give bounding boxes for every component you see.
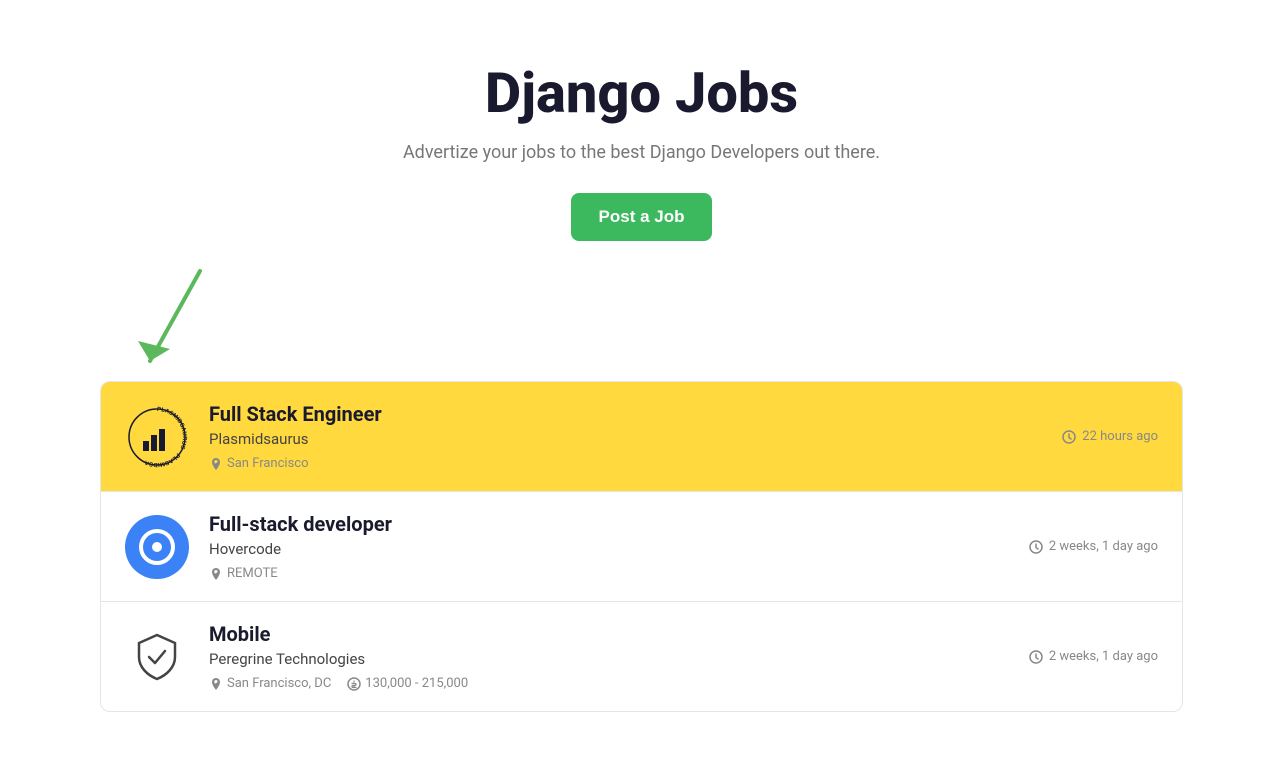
job-meta-1: San Francisco: [209, 456, 1062, 471]
peregrine-svg: [131, 631, 183, 683]
company-logo-hovercode: [125, 515, 189, 579]
arrow-icon: [120, 261, 240, 391]
company-name-2: Hovercode: [209, 540, 1029, 558]
company-logo-peregrine: [125, 625, 189, 689]
company-name-3: Peregrine Technologies: [209, 650, 1029, 668]
post-job-button[interactable]: Post a Job: [571, 193, 713, 241]
location-icon-3: [209, 677, 223, 691]
company-name-1: Plasmidsaurus: [209, 430, 1062, 448]
job-info-1: Full Stack Engineer Plasmidsaurus San Fr…: [209, 402, 1062, 471]
job-time-2: 2 weeks, 1 day ago: [1029, 539, 1158, 554]
job-time-3: 2 weeks, 1 day ago: [1029, 649, 1158, 664]
location-icon-2: [209, 567, 223, 581]
job-location-2: REMOTE: [209, 566, 278, 581]
job-card-3[interactable]: Mobile Peregrine Technologies San Franci…: [101, 602, 1182, 711]
plasmidsaurus-svg: PLASMIDSAURUS · PLASMIDSA: [125, 405, 189, 469]
svg-text:PLASMIDSAURUS · PLASMIDSA: PLASMIDSAURUS · PLASMIDSA: [143, 406, 187, 466]
job-info-3: Mobile Peregrine Technologies San Franci…: [209, 622, 1029, 691]
hovercode-inner-ring: [139, 529, 175, 565]
job-info-2: Full-stack developer Hovercode REMOTE: [209, 512, 1029, 581]
job-card-1[interactable]: PLASMIDSAURUS · PLASMIDSA Full Stack Eng…: [101, 382, 1182, 492]
clock-icon-1: [1062, 430, 1076, 444]
job-title-1: Full Stack Engineer: [209, 402, 1062, 426]
page-title: Django Jobs: [100, 60, 1183, 126]
page-subtitle: Advertize your jobs to the best Django D…: [100, 142, 1183, 163]
job-location-3: San Francisco, DC: [209, 676, 331, 691]
job-meta-2: REMOTE: [209, 566, 1029, 581]
jobs-list: PLASMIDSAURUS · PLASMIDSA Full Stack Eng…: [100, 381, 1183, 712]
job-title-3: Mobile: [209, 622, 1029, 646]
clock-icon-2: [1029, 540, 1043, 554]
job-meta-3: San Francisco, DC 130,000 - 215,000: [209, 676, 1029, 691]
location-icon: [209, 457, 223, 471]
job-time-1: 22 hours ago: [1062, 429, 1158, 444]
hovercode-logo-circle: [125, 515, 189, 579]
clock-icon-3: [1029, 650, 1043, 664]
job-card-2[interactable]: Full-stack developer Hovercode REMOTE: [101, 492, 1182, 602]
job-salary-3: 130,000 - 215,000: [347, 676, 468, 691]
job-location-1: San Francisco: [209, 456, 309, 471]
salary-icon: [347, 677, 361, 691]
time-ago-1: 22 hours ago: [1082, 429, 1158, 444]
arrow-container: [100, 281, 1183, 381]
hero-section: Django Jobs Advertize your jobs to the b…: [100, 0, 1183, 281]
job-title-2: Full-stack developer: [209, 512, 1029, 536]
company-logo-plasmidsaurus: PLASMIDSAURUS · PLASMIDSA: [125, 405, 189, 469]
time-ago-3: 2 weeks, 1 day ago: [1049, 649, 1158, 664]
time-ago-2: 2 weeks, 1 day ago: [1049, 539, 1158, 554]
hovercode-dot: [152, 542, 162, 552]
